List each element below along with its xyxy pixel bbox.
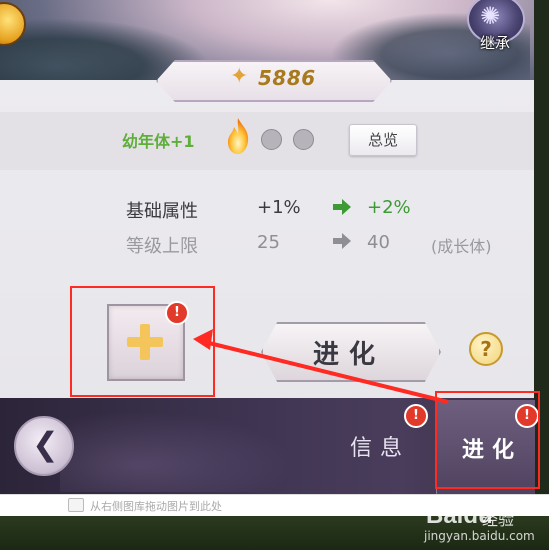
flame-icon <box>228 118 249 154</box>
score-value: 5886 <box>258 66 316 90</box>
watermark-url: jingyan.baidu.com <box>424 529 535 543</box>
back-chevron-icon: ❮ <box>32 425 59 463</box>
tab-info[interactable]: 信息 <box>350 430 410 462</box>
alert-badge: ! <box>404 404 428 428</box>
inherit-button[interactable]: ✺ 继承 <box>461 0 529 58</box>
help-button[interactable]: ? <box>469 332 503 366</box>
evolve-button[interactable]: 进化 <box>261 322 441 382</box>
arrow-right-icon <box>333 199 351 215</box>
inherit-label: 继承 <box>479 34 510 52</box>
decorative-swirl <box>60 402 320 492</box>
evolve-button-label: 进化 <box>312 340 385 370</box>
attr-base-label: 基础属性 <box>126 201 198 222</box>
overview-button[interactable]: 总览 <box>349 124 417 156</box>
watermark-suffix: 经验 <box>482 510 515 529</box>
attr-levelcap-label: 等级上限 <box>126 236 198 257</box>
attr-levelcap-current: 25 <box>257 232 280 253</box>
attr-levelcap-next: 40 <box>367 232 390 253</box>
attr-levelcap-note: (成长体) <box>431 237 492 256</box>
arrow-right-icon <box>333 233 351 249</box>
attr-base-next: +2% <box>367 197 411 218</box>
attr-base-current: +1% <box>257 197 301 218</box>
stage-label: 幼年体+1 <box>122 132 195 151</box>
drag-hint: 从右侧图库拖动图片到此处 <box>90 500 222 513</box>
spirit-icon: ✺ <box>480 2 501 30</box>
image-icon <box>68 498 84 512</box>
evolution-stage-dot <box>261 129 282 150</box>
power-icon: ✦ <box>230 64 249 89</box>
annotation-highlight-tab <box>435 391 540 489</box>
annotation-highlight-slot <box>70 286 215 397</box>
evolution-stage-dot <box>293 129 314 150</box>
